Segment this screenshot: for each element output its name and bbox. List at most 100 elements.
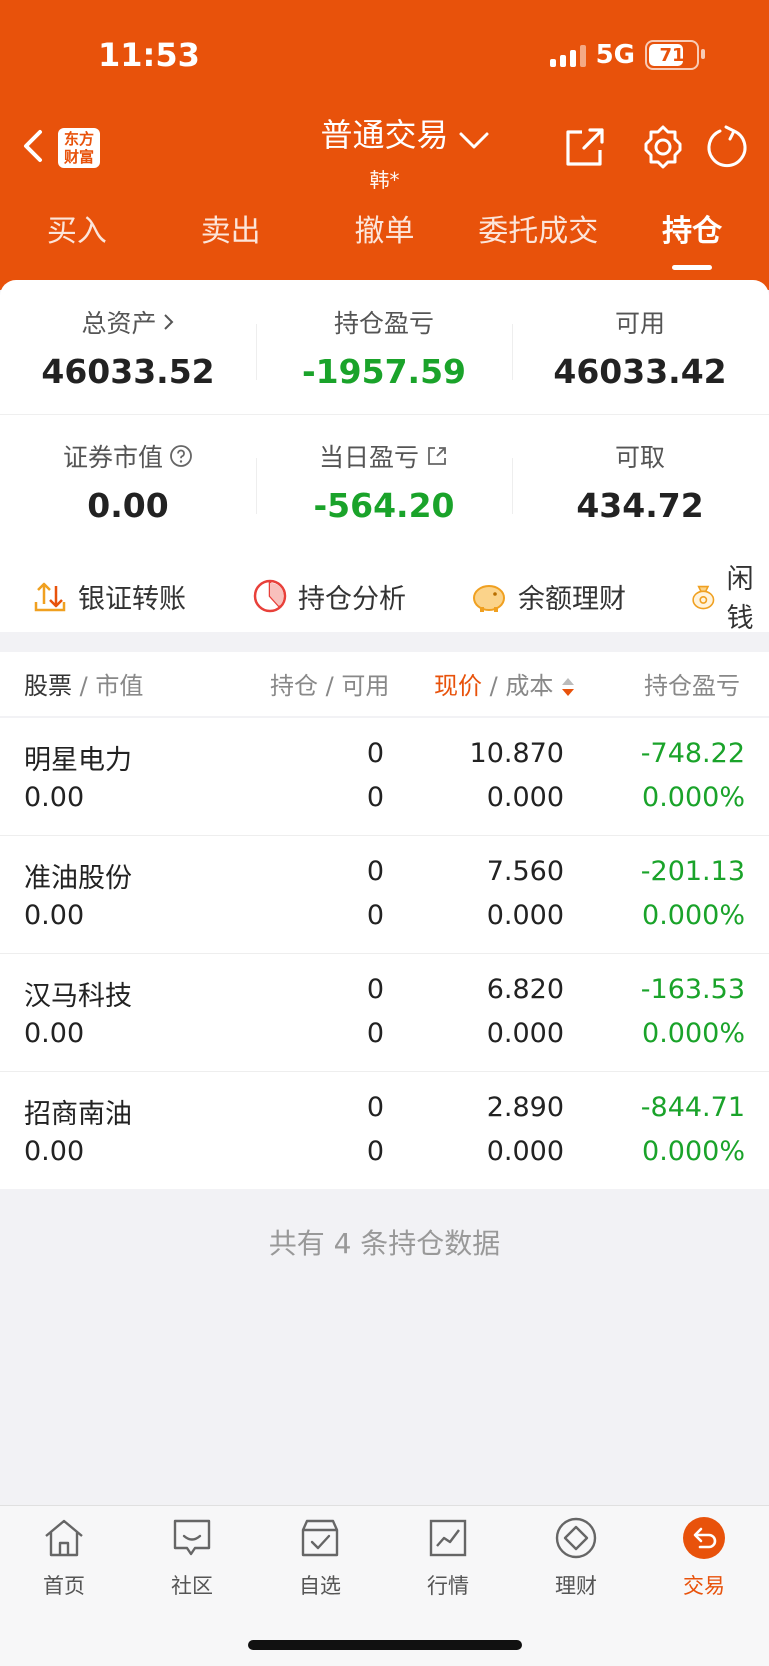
chat-icon bbox=[173, 1519, 211, 1556]
piggy-bank-icon bbox=[473, 585, 505, 612]
col-price-label: 现价 bbox=[434, 672, 482, 700]
quick-bank-transfer[interactable]: 银证转账 bbox=[32, 577, 186, 616]
sort-by-price[interactable]: 现价 / 成本 bbox=[434, 666, 575, 701]
diamond-icon bbox=[555, 1517, 597, 1559]
home-indicator bbox=[248, 1640, 522, 1650]
tabbar-home-label: 首页 bbox=[43, 1574, 85, 1598]
col-stock-label: 股票 bbox=[24, 672, 72, 700]
total-assets-label: 总资产 bbox=[81, 309, 157, 338]
external-link-icon[interactable] bbox=[425, 444, 449, 468]
summary-row-2: 证券市值 0.00 当日盈亏 -564.20 可取 434.72 bbox=[0, 438, 769, 525]
stock-name: 汉马科技 bbox=[24, 981, 132, 1012]
market-value-value: 0.00 bbox=[87, 486, 169, 525]
trade-tabs: 买入 卖出 撤单 委托成交 持仓 bbox=[0, 206, 769, 270]
stock-market-value: 0.00 bbox=[24, 1136, 85, 1167]
trend-chart-icon bbox=[429, 1519, 467, 1557]
chevron-right-icon bbox=[163, 314, 173, 330]
status-time: 11:53 bbox=[98, 36, 200, 74]
available-label: 可用 bbox=[614, 309, 665, 338]
tabbar-market[interactable]: 行情 bbox=[384, 1516, 512, 1600]
tab-orders[interactable]: 委托成交 bbox=[461, 206, 615, 266]
market-value-label: 证券市值 bbox=[62, 443, 163, 472]
tabbar-watchlist[interactable]: 自选 bbox=[256, 1516, 384, 1600]
tabbar-community[interactable]: 社区 bbox=[128, 1516, 256, 1600]
available-value: 46033.42 bbox=[553, 352, 727, 391]
total-assets[interactable]: 总资产 46033.52 bbox=[0, 304, 256, 391]
stock-cost: 0.000 bbox=[486, 900, 564, 931]
stock-price: 6.820 bbox=[486, 974, 564, 1005]
help-icon[interactable] bbox=[169, 444, 193, 468]
stock-market-value: 0.00 bbox=[24, 782, 85, 813]
tabbar-watchlist-label: 自选 bbox=[299, 1574, 341, 1598]
quick-position-analysis-label: 持仓分析 bbox=[298, 583, 406, 615]
tab-cancel[interactable]: 撤单 bbox=[308, 206, 462, 266]
tabbar-home[interactable]: 首页 bbox=[0, 1516, 128, 1600]
daily-pl-label: 当日盈亏 bbox=[318, 443, 419, 472]
tabbar-trade-label: 交易 bbox=[683, 1574, 725, 1598]
quick-bank-transfer-label: 银证转账 bbox=[78, 583, 186, 615]
quick-spare-cash-label: 闲钱 bbox=[726, 564, 754, 634]
stock-cost: 0.000 bbox=[486, 1018, 564, 1049]
tab-sell[interactable]: 卖出 bbox=[154, 206, 308, 266]
battery-icon: 71 bbox=[645, 40, 705, 70]
positions-list: 明星电力 0.00 0 0 10.870 0.000 -748.22 0.000… bbox=[0, 718, 769, 1189]
available-funds: 可用 46033.42 bbox=[512, 304, 768, 391]
watchlist-icon bbox=[301, 1519, 339, 1557]
home-icon bbox=[45, 1519, 83, 1557]
summary-row-1: 总资产 46033.52 持仓盈亏 -1957.59 可用 46033.42 bbox=[0, 304, 769, 391]
col-pl-label[interactable]: 持仓盈亏 bbox=[644, 666, 769, 701]
col-available-label: 可用 bbox=[341, 672, 390, 700]
app-header: 11:53 5G 71 东方 财富 普通交易 韩* 买入 卖出 撤单 委托成交 … bbox=[0, 0, 769, 290]
stock-name: 招商南油 bbox=[24, 1099, 132, 1130]
quick-actions: 银证转账 持仓分析 余额理财 闲钱 bbox=[0, 557, 769, 635]
tabbar-wealth-label: 理财 bbox=[555, 1574, 597, 1598]
daily-pl-value: -564.20 bbox=[313, 486, 455, 525]
quick-balance-finance[interactable]: 余额理财 bbox=[470, 577, 626, 616]
gear-icon[interactable] bbox=[640, 124, 686, 170]
daily-pl[interactable]: 当日盈亏 -564.20 bbox=[256, 438, 512, 525]
total-assets-value: 46033.52 bbox=[41, 352, 215, 391]
position-pl-value: -1957.59 bbox=[301, 352, 466, 391]
stock-price: 7.560 bbox=[486, 856, 564, 887]
stock-holding: 0 bbox=[366, 1092, 384, 1123]
stock-cost: 0.000 bbox=[486, 1136, 564, 1167]
signal-icon bbox=[549, 43, 586, 67]
market-value: 证券市值 0.00 bbox=[0, 438, 256, 525]
stock-available: 0 bbox=[366, 900, 384, 931]
divider bbox=[0, 414, 769, 415]
stock-pl-pct: 0.000% bbox=[642, 900, 745, 931]
table-row[interactable]: 明星电力 0.00 0 0 10.870 0.000 -748.22 0.000… bbox=[0, 718, 769, 836]
stock-holding: 0 bbox=[366, 974, 384, 1005]
trade-icon bbox=[683, 1517, 725, 1559]
tabbar-market-label: 行情 bbox=[427, 1574, 469, 1598]
table-row[interactable]: 汉马科技 0.00 0 0 6.820 0.000 -163.53 0.000% bbox=[0, 954, 769, 1072]
tabbar-wealth[interactable]: 理财 bbox=[512, 1516, 640, 1600]
table-row[interactable]: 招商南油 0.00 0 0 2.890 0.000 -844.71 0.000% bbox=[0, 1072, 769, 1189]
stock-market-value: 0.00 bbox=[24, 1018, 85, 1049]
battery-level: 71 bbox=[659, 44, 685, 66]
tab-positions[interactable]: 持仓 bbox=[615, 206, 769, 270]
account-summary: 总资产 46033.52 持仓盈亏 -1957.59 可用 46033.42 证… bbox=[0, 280, 769, 635]
chevron-down-icon[interactable] bbox=[458, 130, 490, 152]
quick-spare-cash[interactable]: 闲钱 bbox=[690, 557, 769, 635]
status-indicators: 5G 71 bbox=[549, 40, 705, 70]
col-holding-label: 持仓 bbox=[270, 672, 318, 700]
stock-holding: 0 bbox=[366, 738, 384, 769]
stock-name: 明星电力 bbox=[24, 745, 132, 776]
transfer-icon bbox=[34, 582, 66, 612]
tabbar-trade[interactable]: 交易 bbox=[640, 1516, 768, 1600]
share-icon[interactable] bbox=[562, 124, 608, 170]
stock-pl-pct: 0.000% bbox=[642, 782, 745, 813]
stock-pl: -748.22 bbox=[640, 738, 745, 769]
tab-buy[interactable]: 买入 bbox=[0, 206, 154, 266]
stock-available: 0 bbox=[366, 782, 384, 813]
positions-table-header: 股票 / 市值 持仓 / 可用 现价 / 成本 持仓盈亏 bbox=[0, 652, 769, 716]
stock-name: 准油股份 bbox=[24, 863, 132, 894]
stock-available: 0 bbox=[366, 1136, 384, 1167]
table-row[interactable]: 准油股份 0.00 0 0 7.560 0.000 -201.13 0.000% bbox=[0, 836, 769, 954]
refresh-icon[interactable] bbox=[704, 124, 750, 170]
quick-position-analysis[interactable]: 持仓分析 bbox=[252, 577, 406, 616]
tabbar-community-label: 社区 bbox=[171, 1574, 213, 1598]
position-pl: 持仓盈亏 -1957.59 bbox=[256, 304, 512, 391]
network-type: 5G bbox=[595, 40, 635, 70]
